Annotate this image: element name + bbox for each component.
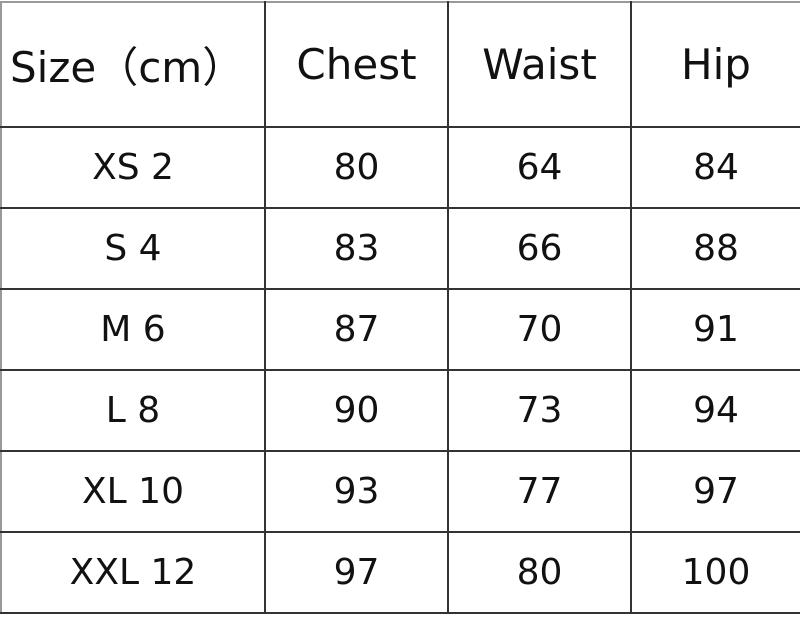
- cell-chest: 87: [264, 288, 449, 371]
- cell-size: XS 2: [0, 126, 266, 209]
- cell-size: XXL 12: [0, 531, 266, 614]
- header-size: Size（cm）: [0, 1, 266, 128]
- cell-hip: 84: [630, 126, 800, 209]
- header-waist: Waist: [447, 1, 632, 128]
- cell-hip: 88: [630, 207, 800, 290]
- cell-hip: 94: [630, 369, 800, 452]
- table-row: M 6 87 70 91: [0, 288, 800, 371]
- size-chart-table: Size（cm） Chest Waist Hip XS 2 80 64 84 S 4 83…: [0, 1, 800, 614]
- cell-waist: 80: [447, 531, 632, 614]
- cell-size: L 8: [0, 369, 266, 452]
- cell-waist: 70: [447, 288, 632, 371]
- cell-waist: 73: [447, 369, 632, 452]
- header-hip: Hip: [630, 1, 800, 128]
- cell-hip: 97: [630, 450, 800, 533]
- cell-size: XL 10: [0, 450, 266, 533]
- cell-waist: 66: [447, 207, 632, 290]
- cell-chest: 93: [264, 450, 449, 533]
- cell-hip: 100: [630, 531, 800, 614]
- cell-hip: 91: [630, 288, 800, 371]
- cell-chest: 97: [264, 531, 449, 614]
- cell-chest: 90: [264, 369, 449, 452]
- table-row: XS 2 80 64 84: [0, 126, 800, 209]
- table-row: S 4 83 66 88: [0, 207, 800, 290]
- table-row: XL 10 93 77 97: [0, 450, 800, 533]
- header-chest: Chest: [264, 1, 449, 128]
- cell-waist: 64: [447, 126, 632, 209]
- cell-waist: 77: [447, 450, 632, 533]
- cell-size: M 6: [0, 288, 266, 371]
- cell-chest: 80: [264, 126, 449, 209]
- cell-chest: 83: [264, 207, 449, 290]
- table-row: L 8 90 73 94: [0, 369, 800, 452]
- cell-size: S 4: [0, 207, 266, 290]
- table-row: XXL 12 97 80 100: [0, 531, 800, 614]
- header-row: Size（cm） Chest Waist Hip: [0, 1, 800, 128]
